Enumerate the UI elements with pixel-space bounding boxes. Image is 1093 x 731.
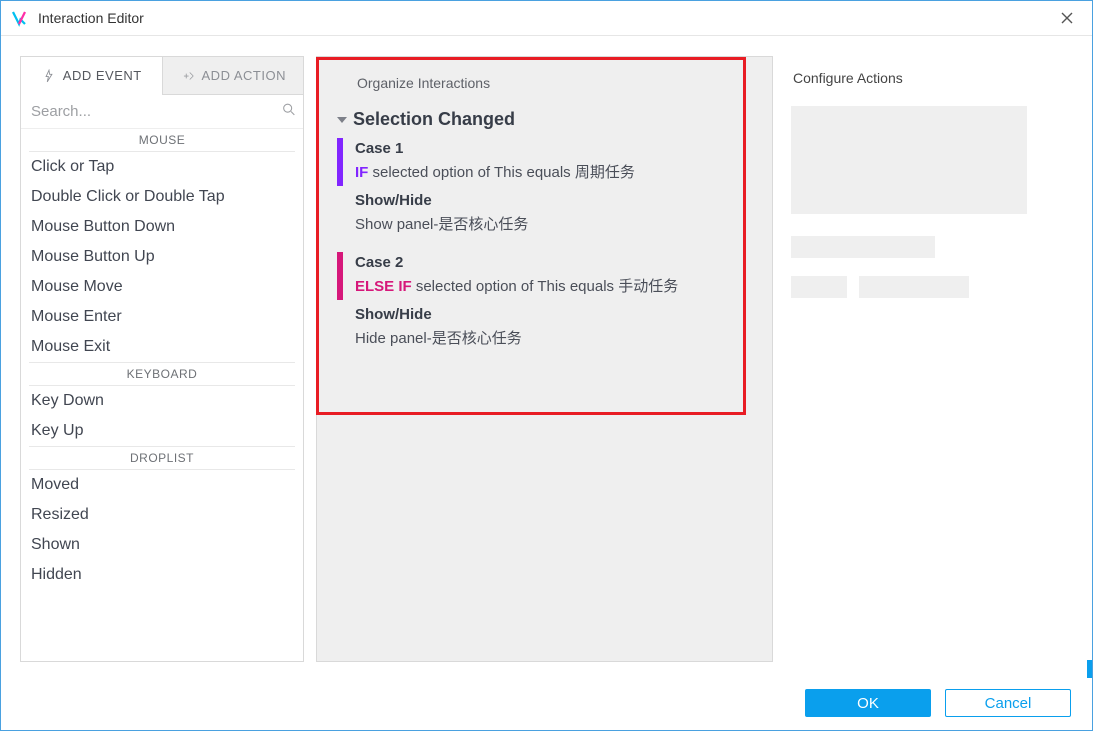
case-color-bar <box>337 138 343 186</box>
case-condition: IF selected option of This equals 周期任务 <box>355 159 752 190</box>
lightning-icon <box>41 68 57 84</box>
action-title[interactable]: Show/Hide <box>337 304 752 325</box>
cancel-button[interactable]: Cancel <box>945 689 1071 717</box>
event-item[interactable]: Resized <box>21 500 303 530</box>
case-title: Case 2 <box>355 252 752 273</box>
event-item[interactable]: Hidden <box>21 560 303 590</box>
search-icon <box>281 101 297 122</box>
search-row <box>21 95 303 129</box>
event-item[interactable]: Mouse Exit <box>21 332 303 362</box>
event-item[interactable]: Mouse Button Up <box>21 242 303 272</box>
decorative-edge <box>1087 660 1093 678</box>
events-panel: ADD EVENT ADD ACTION MOUSEClick or TapDo… <box>20 56 304 662</box>
event-item[interactable]: Shown <box>21 530 303 560</box>
event-group-header: KEYBOARD <box>29 362 295 386</box>
event-name: Selection Changed <box>353 109 515 130</box>
app-logo-icon <box>10 9 28 27</box>
close-button[interactable] <box>1053 4 1081 32</box>
event-item[interactable]: Mouse Move <box>21 272 303 302</box>
organize-interactions-heading: Organize Interactions <box>337 67 752 109</box>
case-color-bar <box>337 252 343 300</box>
case-block[interactable]: Case 1IF selected option of This equals … <box>337 138 752 190</box>
case-condition: ELSE IF selected option of This equals 手… <box>355 273 752 304</box>
case-title: Case 1 <box>355 138 752 159</box>
config-placeholder-large <box>791 106 1027 214</box>
configure-heading: Configure Actions <box>785 64 1073 106</box>
event-item[interactable]: Key Up <box>21 416 303 446</box>
event-item[interactable]: Double Click or Double Tap <box>21 182 303 212</box>
event-item[interactable]: Key Down <box>21 386 303 416</box>
tab-add-event[interactable]: ADD EVENT <box>21 57 162 95</box>
event-group-header: DROPLIST <box>29 446 295 470</box>
interactions-panel: Organize Interactions Selection Changed … <box>316 56 773 662</box>
action-title[interactable]: Show/Hide <box>337 190 752 211</box>
event-item[interactable]: Mouse Enter <box>21 302 303 332</box>
config-placeholder-small <box>791 276 847 298</box>
condition-keyword: ELSE IF <box>355 278 416 295</box>
tab-add-event-label: ADD EVENT <box>63 68 142 83</box>
action-detail: Hide panel-是否核心任务 <box>337 325 752 358</box>
sparkle-icon <box>180 68 196 84</box>
action-detail: Show panel-是否核心任务 <box>337 211 752 244</box>
search-input[interactable] <box>21 95 303 128</box>
event-group-header: MOUSE <box>29 129 295 152</box>
titlebar: Interaction Editor <box>0 0 1093 36</box>
window-title: Interaction Editor <box>38 10 144 26</box>
config-placeholder-medium <box>859 276 969 298</box>
tab-add-action-label: ADD ACTION <box>202 68 286 83</box>
config-placeholder-wide <box>791 236 935 258</box>
configure-panel: Configure Actions <box>785 56 1073 662</box>
event-list[interactable]: MOUSEClick or TapDouble Click or Double … <box>21 129 303 661</box>
caret-down-icon <box>337 117 347 123</box>
interaction-event-title[interactable]: Selection Changed <box>337 109 752 130</box>
event-item[interactable]: Moved <box>21 470 303 500</box>
event-item[interactable]: Click or Tap <box>21 152 303 182</box>
dialog-footer: OK Cancel <box>805 689 1071 717</box>
case-block[interactable]: Case 2ELSE IF selected option of This eq… <box>337 252 752 304</box>
condition-keyword: IF <box>355 164 373 181</box>
tab-add-action[interactable]: ADD ACTION <box>162 57 304 95</box>
ok-button[interactable]: OK <box>805 689 931 717</box>
event-item[interactable]: Mouse Button Down <box>21 212 303 242</box>
